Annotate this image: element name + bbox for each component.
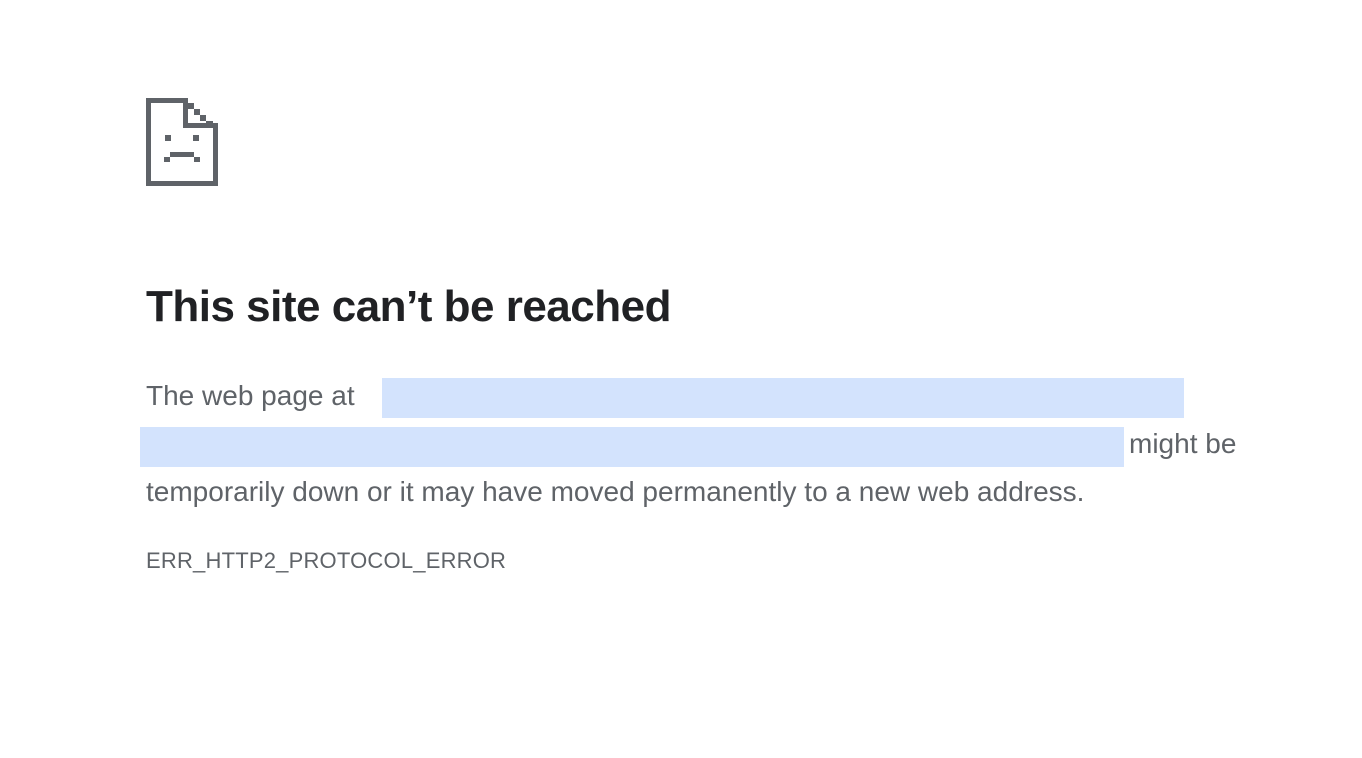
error-message-detail: temporarily down or it may have moved pe… <box>146 476 1085 507</box>
error-code: ERR_HTTP2_PROTOCOL_ERROR <box>146 548 507 573</box>
url-highlight-continued <box>140 427 1124 467</box>
error-page: This site can’t be reached The web page … <box>0 0 1362 758</box>
error-message-continuation: might be <box>1129 428 1237 459</box>
sad-page-icon <box>146 98 218 186</box>
url-highlight <box>382 378 1184 418</box>
error-message-prefix: The web page at <box>146 380 355 411</box>
page-title: This site can’t be reached <box>146 282 671 331</box>
